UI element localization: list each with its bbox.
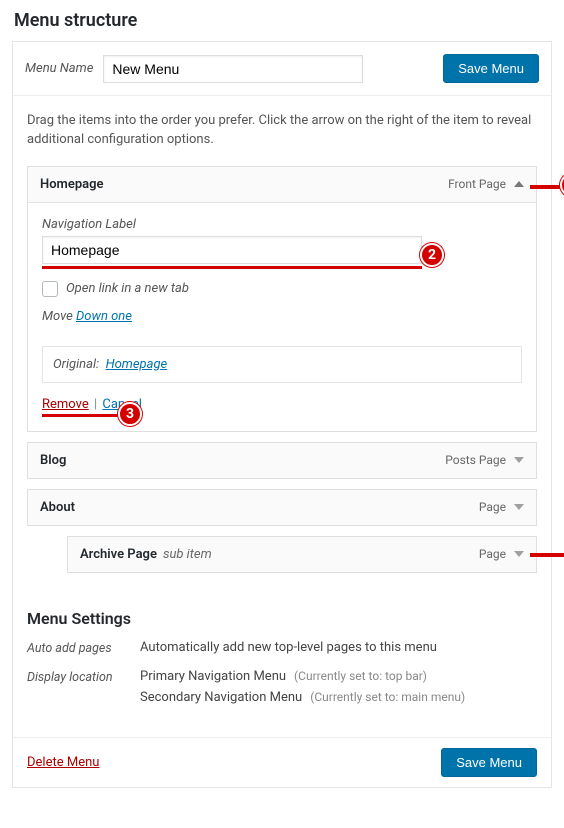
primary-nav-label: Primary Navigation Menu <box>140 669 286 684</box>
move-row: Move Down one <box>42 309 522 324</box>
menu-settings: Menu Settings Auto add pages Automatical… <box>13 605 551 737</box>
menu-item-header[interactable]: Blog Posts Page <box>28 443 536 478</box>
annotation-arm <box>530 553 564 557</box>
menu-item-header[interactable]: About Page <box>28 490 536 525</box>
annotation-callout-2: 2 <box>420 243 444 267</box>
save-menu-button-bottom[interactable]: Save Menu <box>441 748 537 777</box>
menu-item-type: Page <box>479 547 506 561</box>
page-title: Menu structure <box>0 0 564 41</box>
menu-item-body: Navigation Label 2 Open link in a new ta… <box>28 202 536 431</box>
annotation-callout-3: 3 <box>118 402 142 426</box>
menu-item-title: Homepage <box>40 177 104 192</box>
menu-item-homepage[interactable]: Homepage Front Page 1 Navigation Label 2… <box>27 166 537 432</box>
menu-items-list: Homepage Front Page 1 Navigation Label 2… <box>13 154 551 605</box>
sub-item-tag: sub item <box>163 547 212 562</box>
primary-nav-hint: (Currently set to: top bar) <box>294 669 427 683</box>
chevron-down-icon[interactable] <box>514 551 524 557</box>
pipe-separator: | <box>94 397 97 412</box>
original-link[interactable]: Homepage <box>106 357 168 372</box>
panel-footer: Delete Menu Save Menu <box>13 737 551 787</box>
move-label: Move <box>42 309 73 324</box>
auto-add-option-label: Automatically add new top-level pages to… <box>140 640 437 655</box>
menu-item-type: Posts Page <box>445 453 506 467</box>
move-down-one-link[interactable]: Down one <box>76 309 132 324</box>
original-label: Original: <box>53 357 99 372</box>
secondary-nav-label: Secondary Navigation Menu <box>140 690 302 705</box>
chevron-down-icon[interactable] <box>514 457 524 463</box>
display-location-label: Display location <box>27 669 132 711</box>
navigation-label-caption: Navigation Label <box>42 217 522 232</box>
menu-item-about[interactable]: About Page <box>27 489 537 526</box>
item-actions-row: Remove | Cancel 3 <box>42 397 522 417</box>
menu-settings-heading: Menu Settings <box>27 609 537 628</box>
menu-item-title: Archive Page <box>80 547 157 562</box>
menu-item-header[interactable]: Archive Page sub item Page <box>68 537 536 572</box>
open-new-tab-checkbox[interactable] <box>42 281 58 297</box>
open-new-tab-label: Open link in a new tab <box>66 281 189 296</box>
menu-item-archive[interactable]: Archive Page sub item Page 4 <box>67 536 537 573</box>
auto-add-pages-label: Auto add pages <box>27 640 132 661</box>
menu-item-title: About <box>40 500 75 515</box>
auto-add-pages-row: Auto add pages Automatically add new top… <box>27 640 537 661</box>
menu-name-row: Menu Name Save Menu <box>13 42 551 96</box>
menu-item-title: Blog <box>40 453 66 468</box>
annotation-arm <box>530 185 564 189</box>
annotation-callout-1: 1 <box>560 173 564 197</box>
menu-name-label: Menu Name <box>25 61 93 76</box>
menu-item-header[interactable]: Homepage Front Page <box>28 167 536 202</box>
save-menu-button-top[interactable]: Save Menu <box>443 54 539 83</box>
remove-link[interactable]: Remove <box>42 397 89 412</box>
menu-name-input[interactable] <box>103 55 363 83</box>
menu-item-blog[interactable]: Blog Posts Page <box>27 442 537 479</box>
menu-item-type: Front Page <box>448 177 506 191</box>
original-box: Original: Homepage <box>42 346 522 383</box>
chevron-up-icon[interactable] <box>514 181 524 187</box>
chevron-down-icon[interactable] <box>514 504 524 510</box>
annotation-underline <box>42 266 422 269</box>
navigation-label-input[interactable] <box>42 236 422 264</box>
display-location-row: Display location Primary Navigation Menu… <box>27 669 537 711</box>
open-new-tab-row[interactable]: Open link in a new tab <box>42 281 522 297</box>
menu-structure-panel: Menu Name Save Menu Drag the items into … <box>12 41 552 788</box>
secondary-nav-hint: (Currently set to: main menu) <box>310 690 465 704</box>
help-text: Drag the items into the order you prefer… <box>13 96 551 154</box>
delete-menu-link[interactable]: Delete Menu <box>27 755 99 770</box>
menu-item-type: Page <box>479 500 506 514</box>
